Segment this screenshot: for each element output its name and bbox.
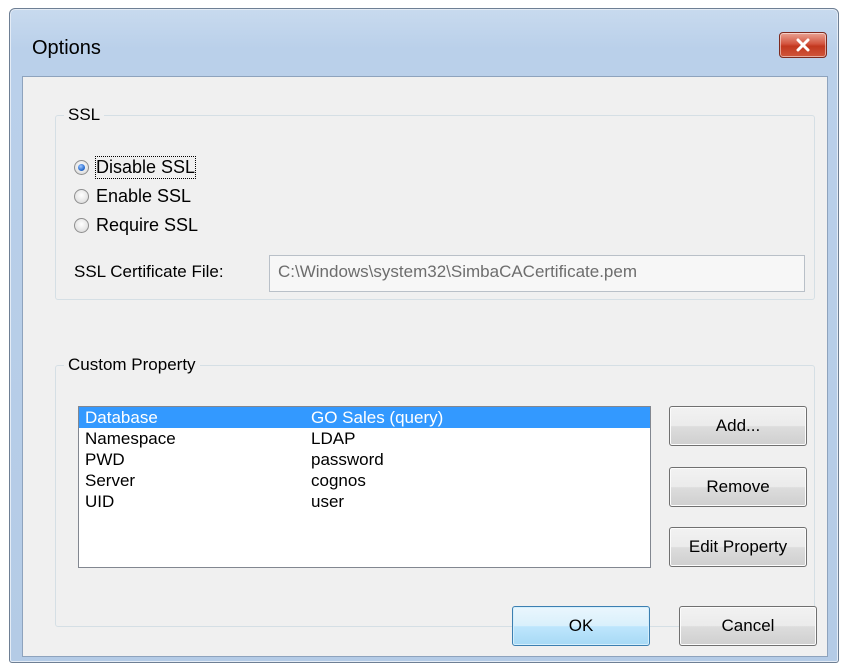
property-value: password	[311, 450, 384, 469]
list-item[interactable]: Database GO Sales (query)	[79, 407, 650, 428]
ssl-group-label: SSL	[64, 105, 105, 125]
property-name: PWD	[85, 450, 125, 469]
edit-property-button[interactable]: Edit Property	[669, 527, 807, 567]
property-value: cognos	[311, 471, 366, 490]
list-item[interactable]: PWD password	[79, 449, 650, 470]
ssl-certificate-field[interactable]: C:\Windows\system32\SimbaCACertificate.p…	[269, 255, 805, 292]
close-button[interactable]	[779, 32, 827, 58]
list-item[interactable]: UID user	[79, 491, 650, 512]
property-name: Namespace	[85, 429, 176, 448]
ssl-certificate-label: SSL Certificate File:	[74, 262, 224, 281]
radio-label-enable-ssl: Enable SSL	[96, 185, 192, 206]
custom-property-group-label: Custom Property	[64, 355, 200, 375]
property-name: Server	[85, 471, 136, 490]
property-value: LDAP	[311, 429, 356, 448]
custom-property-list[interactable]: Database GO Sales (query) Namespace LDAP…	[78, 406, 651, 568]
window-title: Options	[32, 37, 101, 59]
radio-enable-ssl[interactable]: Enable SSL	[74, 183, 191, 209]
radio-button[interactable]	[74, 217, 89, 233]
radio-label-disable-ssl: Disable SSL	[94, 155, 197, 179]
options-dialog: Options SSL Disable SSL Enable SSL Requi…	[9, 8, 839, 663]
property-value: GO Sales (query)	[311, 408, 444, 427]
property-name: Database	[85, 408, 158, 427]
ok-button[interactable]: OK	[512, 606, 650, 646]
add-button[interactable]: Add...	[669, 406, 807, 446]
radio-label-require-ssl: Require SSL	[96, 214, 199, 235]
list-item[interactable]: Namespace LDAP	[79, 428, 650, 449]
remove-button[interactable]: Remove	[669, 467, 807, 507]
custom-property-group: Custom Property Database GO Sales (query…	[55, 355, 815, 627]
radio-button[interactable]	[74, 188, 89, 204]
list-item[interactable]: Server cognos	[79, 470, 650, 491]
radio-require-ssl[interactable]: Require SSL	[74, 212, 198, 238]
radio-button-checked[interactable]	[74, 159, 89, 175]
close-icon	[796, 38, 810, 52]
dialog-body: SSL Disable SSL Enable SSL Require SSL S…	[22, 76, 828, 657]
radio-disable-ssl[interactable]: Disable SSL	[74, 154, 197, 180]
property-value: user	[311, 492, 345, 511]
cancel-button[interactable]: Cancel	[679, 606, 817, 646]
ssl-group: SSL Disable SSL Enable SSL Require SSL S…	[55, 105, 815, 300]
property-name: UID	[85, 492, 115, 511]
